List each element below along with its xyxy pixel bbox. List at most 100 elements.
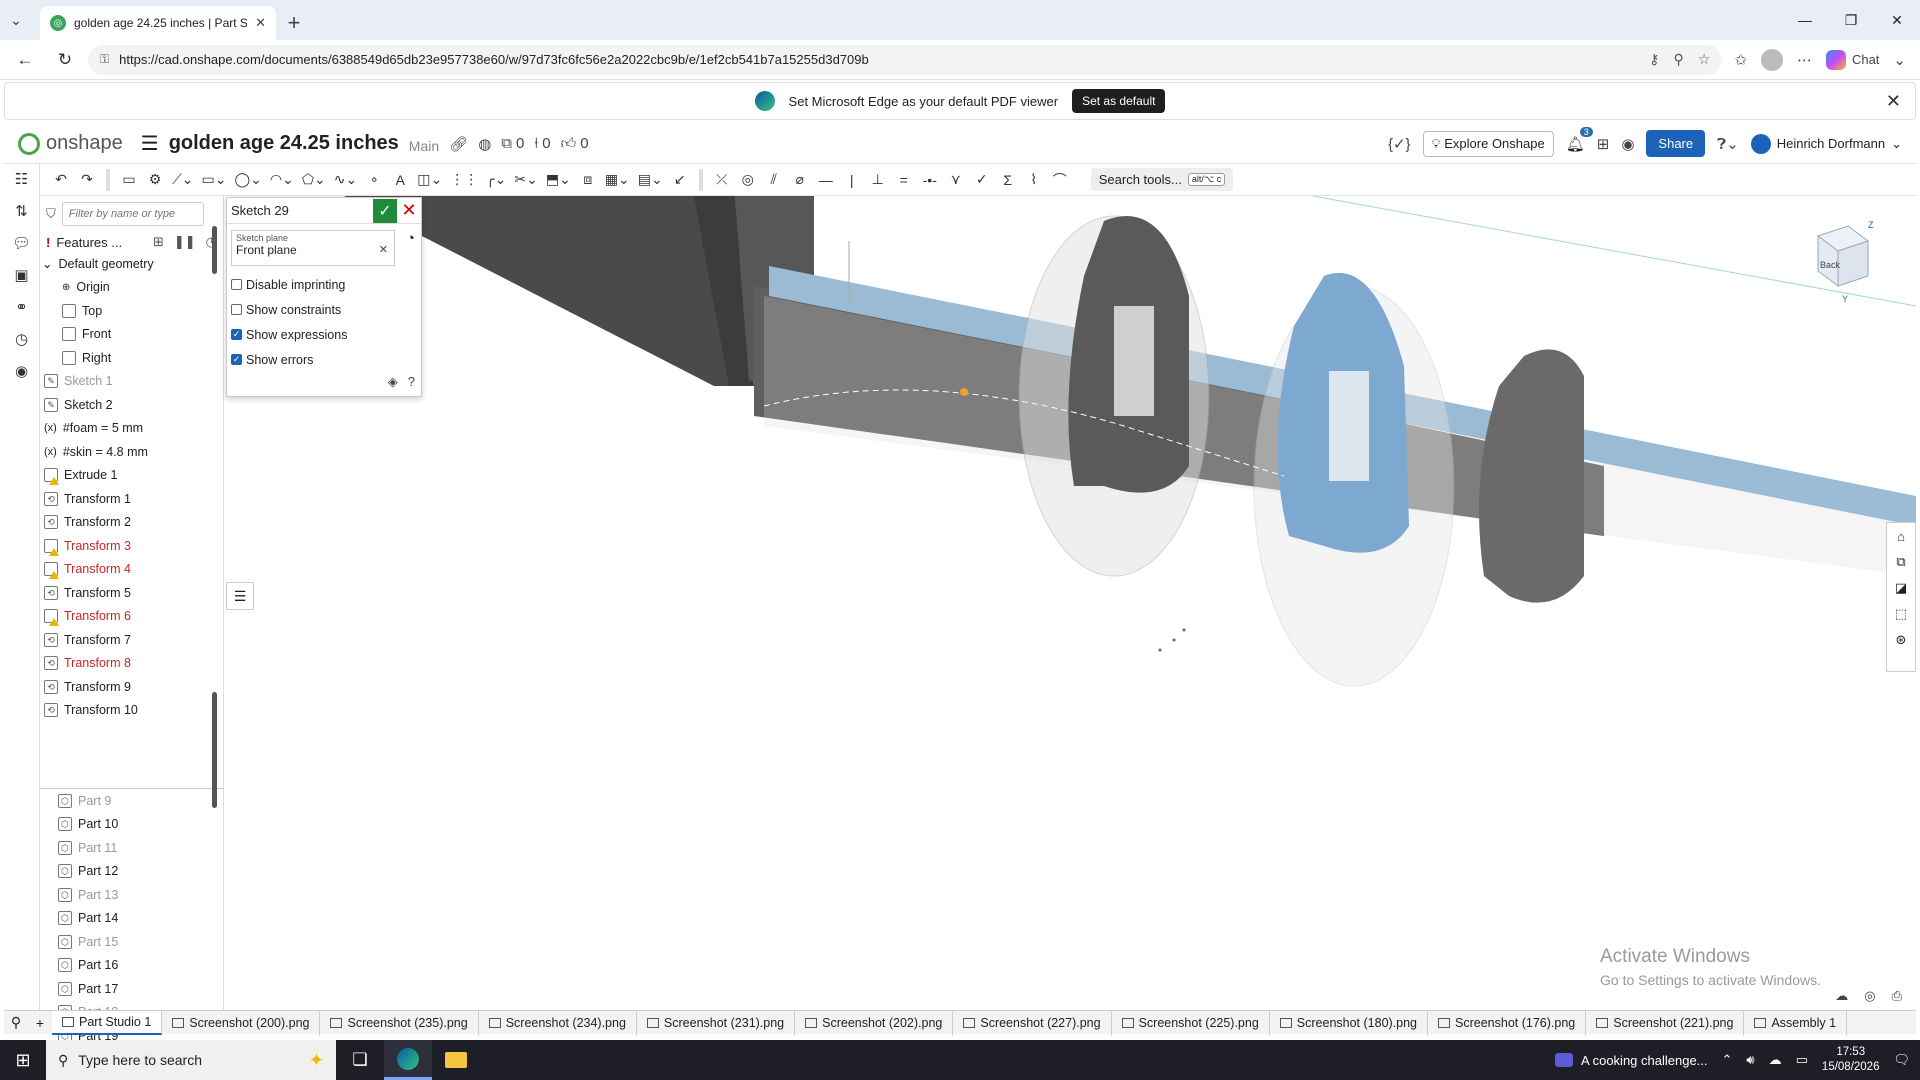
volume-icon[interactable]: 🔊︎ bbox=[1746, 1052, 1754, 1068]
feature-item[interactable]: Extrude 1 bbox=[40, 464, 223, 488]
tangent-icon[interactable]: ⌀ bbox=[789, 168, 811, 192]
features-header-label[interactable]: Features ... bbox=[56, 235, 122, 250]
likes-button[interactable]: 👍︎ 0 bbox=[561, 135, 589, 153]
equal-icon[interactable]: = bbox=[893, 168, 915, 192]
feature-item[interactable]: (x) #skin = 4.8 mm bbox=[40, 440, 223, 464]
feature-list-scrollbar[interactable] bbox=[212, 226, 217, 274]
coincident-icon[interactable]: ⤫ bbox=[711, 168, 733, 192]
branch-name[interactable]: Main bbox=[409, 138, 439, 154]
minimize-icon[interactable]: — bbox=[1782, 0, 1828, 40]
horizontal-icon[interactable]: — bbox=[815, 168, 837, 192]
sketch-option[interactable]: ✓ Show errors bbox=[227, 347, 421, 372]
news-widget[interactable]: A cooking challenge... bbox=[1555, 1053, 1708, 1068]
sketch-plane-field[interactable]: Sketch plane Front plane ✕ bbox=[231, 230, 395, 266]
measure-icon[interactable]: ◉ bbox=[15, 362, 28, 380]
menu-icon[interactable]: ☰ bbox=[141, 131, 159, 156]
sketch-option-checkbox[interactable]: ✓ bbox=[231, 354, 242, 365]
feature-item[interactable]: Right bbox=[40, 346, 223, 370]
edge-taskbar-app[interactable] bbox=[384, 1040, 432, 1080]
polygon-tool-icon[interactable]: ⬠⌄ bbox=[300, 168, 328, 192]
parts-list-scrollbar[interactable] bbox=[212, 692, 217, 808]
element-tab[interactable]: Screenshot (227).png bbox=[953, 1010, 1112, 1035]
redo-icon[interactable]: ↷ bbox=[76, 168, 98, 192]
mirror-icon[interactable]: ⋮⋮ bbox=[448, 168, 480, 192]
element-tab[interactable]: Screenshot (235).png bbox=[320, 1010, 479, 1035]
favorites-icon[interactable]: ✩ bbox=[1734, 51, 1747, 69]
sketch-option-checkbox[interactable] bbox=[231, 279, 242, 290]
add-tab-icon[interactable]: + bbox=[28, 1015, 52, 1031]
clear-selection-icon[interactable]: ✕ bbox=[379, 243, 388, 256]
point-tool-icon[interactable]: ∘ bbox=[363, 168, 385, 192]
element-tab[interactable]: Screenshot (202).png bbox=[795, 1010, 954, 1035]
history-icon[interactable]: ◷ bbox=[15, 330, 28, 348]
arc-tool-icon[interactable]: ◠⌄ bbox=[268, 168, 296, 192]
show-overdefined-icon[interactable]: ◈ bbox=[388, 374, 398, 390]
user-menu[interactable]: Heinrich Dorfmann ⌄ bbox=[1750, 133, 1902, 154]
symmetric-icon[interactable]: Σ bbox=[997, 168, 1019, 192]
help-question-icon[interactable]: ? bbox=[408, 374, 415, 390]
onshape-logo[interactable]: onshape bbox=[18, 132, 123, 155]
perpendicular-icon[interactable]: ⊥ bbox=[867, 168, 889, 192]
task-view-icon[interactable]: ❏ bbox=[336, 1040, 384, 1080]
view-cube-graphic[interactable]: Back Z Y bbox=[1798, 216, 1878, 306]
feature-item[interactable]: (x) #foam = 5 mm bbox=[40, 417, 223, 441]
circle-tool-icon[interactable]: ◯⌄ bbox=[233, 168, 264, 192]
url-field[interactable]: ⚿ https://cad.onshape.com/documents/6388… bbox=[88, 44, 1723, 75]
notification-center-icon[interactable]: 🗨︎ bbox=[1893, 1052, 1910, 1068]
app-store-icon[interactable]: ⊞ bbox=[1597, 135, 1610, 153]
new-tab-button[interactable]: + bbox=[276, 6, 312, 40]
system-clock[interactable]: 17:53 15/08/2026 bbox=[1822, 1045, 1880, 1075]
set-as-default-button[interactable]: Set as default bbox=[1072, 89, 1166, 113]
element-tab[interactable]: Assembly 1 bbox=[1744, 1010, 1848, 1035]
element-tab[interactable]: Screenshot (231).png bbox=[637, 1010, 796, 1035]
pause-icon[interactable]: ❚❚ bbox=[174, 234, 196, 250]
site-info-icon[interactable]: ⚿ bbox=[100, 52, 109, 67]
explode-icon[interactable]: ⊛ bbox=[1896, 632, 1907, 648]
chevron-down-icon[interactable]: ⌄ bbox=[1893, 51, 1906, 69]
variable-studio-icon[interactable]: {✓} bbox=[1388, 135, 1411, 153]
text-tool-icon[interactable]: A bbox=[389, 168, 411, 192]
feature-item[interactable]: ⟲ Transform 9 bbox=[40, 675, 223, 699]
part-item[interactable]: ⬡ Part 15 bbox=[40, 930, 224, 954]
chevron-down-icon[interactable]: ⌄ bbox=[42, 256, 52, 271]
favorite-star-icon[interactable]: ☆ bbox=[1698, 51, 1711, 68]
configurations-icon[interactable]: ⚭ bbox=[15, 298, 28, 316]
add-folder-icon[interactable]: ⊞ bbox=[153, 234, 164, 250]
accept-check-icon[interactable]: ✓ bbox=[373, 198, 397, 223]
vertical-icon[interactable]: | bbox=[841, 168, 863, 192]
more-menu-icon[interactable]: ⋯ bbox=[1797, 51, 1812, 69]
browser-tab[interactable]: ◎ golden age 24.25 inches | Part Stu ✕ bbox=[40, 6, 276, 40]
3d-model-render[interactable] bbox=[224, 196, 1916, 1010]
close-window-icon[interactable]: ✕ bbox=[1874, 0, 1920, 40]
section-view-icon[interactable]: ◪ bbox=[1895, 580, 1907, 596]
curvature-icon[interactable]: ⌒ bbox=[1049, 168, 1071, 192]
sketch-option-checkbox[interactable]: ✓ bbox=[231, 329, 242, 340]
copies-button[interactable]: ⧉ 0 bbox=[501, 135, 524, 152]
feature-item[interactable]: ⟲ Transform 5 bbox=[40, 581, 223, 605]
feature-item[interactable]: ✎ Sketch 1 bbox=[40, 370, 223, 394]
pierce-icon[interactable]: ✓ bbox=[971, 168, 993, 192]
explore-onshape-button[interactable]: 💡︎ Explore Onshape bbox=[1422, 130, 1554, 157]
network-icon[interactable]: ☁ bbox=[1769, 1052, 1782, 1068]
help-icon[interactable]: ❓︎⌄ bbox=[1717, 135, 1739, 153]
part-item[interactable]: ⬡ Part 17 bbox=[40, 977, 224, 1001]
pattern-icon[interactable]: ▦⌄ bbox=[603, 168, 632, 192]
print-icon[interactable]: ⎙ bbox=[1892, 988, 1902, 1004]
sketch-icon[interactable]: ▭ bbox=[118, 168, 140, 192]
midpoint-icon[interactable]: -•- bbox=[919, 168, 941, 192]
sketch-point[interactable] bbox=[960, 388, 968, 396]
history-clock-icon[interactable]: ◔ bbox=[406, 230, 415, 247]
construction-icon[interactable]: ◫⌄ bbox=[415, 168, 444, 192]
taskbar-search[interactable]: ⚲ Type here to search ✦ bbox=[46, 1040, 336, 1080]
tab-manager-icon[interactable]: ⇅ bbox=[15, 202, 28, 220]
concentric-icon[interactable]: ◎ bbox=[737, 168, 759, 192]
offset-icon[interactable]: ⧈ bbox=[577, 168, 599, 192]
feature-item[interactable]: ⟲ Transform 8 bbox=[40, 652, 223, 676]
filter-icon[interactable]: ⛉ bbox=[46, 206, 56, 222]
view-cube[interactable]: Back Z Y bbox=[1798, 216, 1878, 306]
feature-item[interactable]: ⟲ Transform 10 bbox=[40, 699, 223, 723]
part-item[interactable]: ⬡ Part 10 bbox=[40, 813, 224, 837]
element-tab[interactable]: Screenshot (225).png bbox=[1112, 1010, 1270, 1035]
default-geometry-node[interactable]: ⌄ Default geometry bbox=[40, 252, 223, 276]
element-tab[interactable]: Screenshot (221).png bbox=[1586, 1010, 1745, 1035]
